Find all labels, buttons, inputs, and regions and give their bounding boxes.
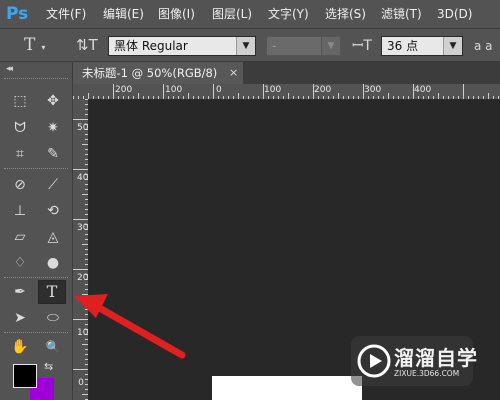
ellipse-tool[interactable]: ⬭ — [40, 307, 66, 329]
menu-filter[interactable]: 滤镜(T) — [381, 6, 422, 22]
eraser-tool[interactable]: ▱ — [7, 226, 33, 248]
ruler-label: 100 — [77, 328, 95, 338]
history-brush-tool[interactable]: ⟲ — [40, 200, 66, 222]
font-size-icon: ꟷT — [352, 38, 372, 54]
document-tab-title: 未标题-1 @ 50%(RGB/8) — [82, 66, 218, 80]
font-family-select[interactable]: 黑体 Regular ▼ — [108, 36, 256, 56]
chevron-down-icon: ▼ — [236, 37, 255, 55]
vertical-ruler[interactable]: 500 400 300 200 100 0 — [73, 99, 95, 400]
menu-image[interactable]: 图像(I) — [158, 6, 195, 22]
type-tool[interactable]: T — [38, 280, 66, 304]
ruler-label: 200 — [115, 85, 133, 95]
rectangular-marquee-tool[interactable]: ⬚ — [7, 90, 33, 112]
close-icon[interactable]: × — [229, 62, 238, 84]
watermark: 溜溜自学 ZIXUE.3D66.COM — [351, 336, 477, 386]
ruler-label: 0 — [216, 85, 222, 95]
document-canvas[interactable] — [212, 376, 362, 400]
watermark-title: 溜溜自学 — [394, 346, 478, 370]
ruler-ticks — [73, 84, 499, 99]
eyedropper-tool[interactable]: ✎ — [40, 143, 66, 165]
brush-tool[interactable]: ⟋ — [40, 174, 66, 196]
chevron-down-icon: ▼ — [443, 37, 462, 55]
watermark-url: ZIXUE.3D66.COM — [394, 369, 460, 378]
ruler-label: 0 — [78, 378, 84, 388]
antialias-icon[interactable]: a a — [474, 36, 493, 56]
menu-edit[interactable]: 编辑(E) — [103, 6, 144, 22]
move-tool[interactable]: ✥ — [40, 90, 66, 112]
dodge-tool[interactable]: ● — [40, 252, 66, 274]
ruler-label: 400 — [414, 85, 432, 95]
ruler-label: 100 — [264, 85, 282, 95]
path-selection-tool[interactable]: ➤ — [7, 307, 33, 329]
foreground-color-swatch[interactable] — [13, 364, 37, 388]
ruler-label: 200 — [77, 273, 95, 283]
ruler-label: 500 — [77, 123, 95, 133]
tools-panel: ◂◂ ⬚ ✥ ᗢ ✷ ⌗ ✎ ⊘ ⟋ ⊥ ⟲ ▱ ◬ ♢ ● ✒ T ➤ ⬭ ✋… — [0, 62, 73, 400]
spot-healing-brush-tool[interactable]: ⊘ — [7, 174, 33, 196]
ruler-label: 100 — [165, 85, 183, 95]
ruler-label: 400 — [77, 173, 95, 183]
panel-grip[interactable] — [4, 78, 68, 81]
menu-select[interactable]: 选择(S) — [325, 6, 366, 22]
menu-file[interactable]: 文件(F) — [46, 6, 86, 22]
zoom-tool[interactable]: 🔍 — [40, 336, 66, 358]
text-tool-icon[interactable]: T ▾ — [24, 35, 45, 58]
ruler-label: 300 — [364, 85, 382, 95]
ruler-label: 300 — [77, 223, 95, 233]
options-bar: T ▾ ⇅T 黑体 Regular ▼ - ▼ ꟷT 36 点 ▼ a a — [0, 28, 500, 62]
crop-tool[interactable]: ⌗ — [7, 143, 33, 165]
document-tab[interactable]: 未标题-1 @ 50%(RGB/8) × — [73, 62, 243, 84]
text-orientation-icon[interactable]: ⇅T — [76, 35, 98, 55]
pen-tool[interactable]: ✒ — [7, 281, 33, 303]
watermark-logo-icon — [357, 344, 391, 378]
font-family-value: 黑体 Regular — [114, 39, 188, 53]
ruler-label: 200 — [314, 85, 332, 95]
collapse-panel-icon[interactable]: ◂◂ — [6, 64, 13, 74]
hand-tool[interactable]: ✋ — [7, 336, 33, 358]
font-style-value: - — [272, 39, 277, 53]
blur-tool[interactable]: ♢ — [7, 252, 33, 274]
toolbar-divider — [4, 332, 68, 335]
toolbar-divider — [4, 168, 68, 171]
clone-stamp-tool[interactable]: ⊥ — [7, 200, 33, 222]
menu-3d[interactable]: 3D(D) — [437, 6, 472, 22]
ruler-ticks — [73, 99, 88, 400]
magic-wand-tool[interactable]: ✷ — [40, 117, 66, 139]
font-size-value: 36 点 — [387, 39, 419, 53]
font-size-select[interactable]: 36 点 ▼ — [381, 36, 463, 56]
menu-type[interactable]: 文字(Y) — [268, 6, 309, 22]
paint-bucket-tool[interactable]: ◬ — [40, 226, 66, 248]
menu-layer[interactable]: 图层(L) — [212, 6, 252, 22]
chevron-down-icon: ▼ — [321, 37, 340, 55]
photoshop-logo: Ps — [6, 4, 29, 24]
lasso-tool[interactable]: ᗢ — [7, 117, 33, 139]
swap-colors-icon[interactable]: ⇆ — [44, 360, 53, 373]
font-style-select[interactable]: - ▼ — [266, 36, 341, 56]
menu-bar: Ps 文件(F) 编辑(E) 图像(I) 图层(L) 文字(Y) 选择(S) 滤… — [0, 0, 500, 28]
horizontal-ruler[interactable]: 200 100 0 100 200 300 400 — [73, 84, 500, 100]
document-tab-bar: 未标题-1 @ 50%(RGB/8) × — [73, 62, 500, 84]
